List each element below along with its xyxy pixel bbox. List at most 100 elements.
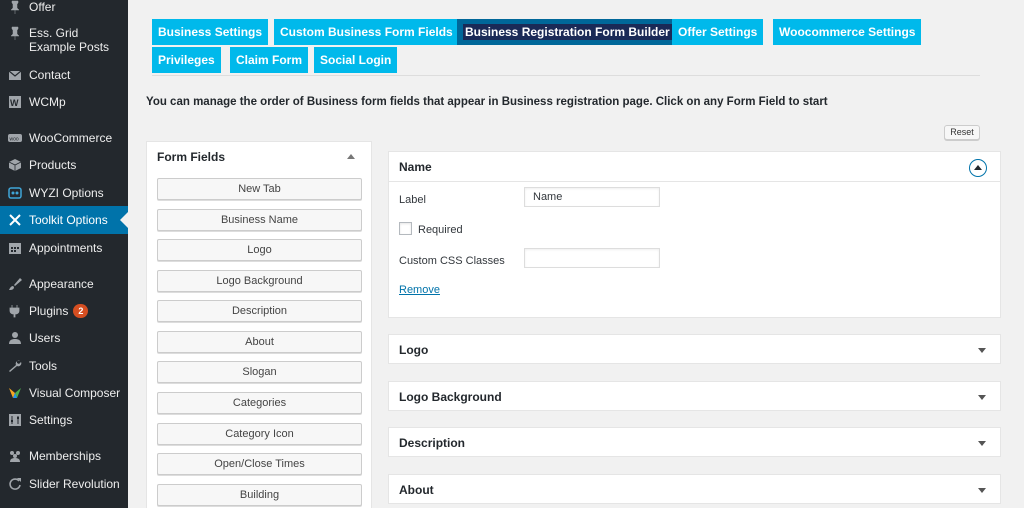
css-classes-caption: Custom CSS Classes — [399, 255, 505, 267]
panel-title: Name — [399, 160, 432, 174]
wrench-icon — [7, 359, 23, 373]
plugins-update-badge: 2 — [73, 304, 89, 318]
main-content: Business Settings Custom Business Form F… — [128, 0, 1024, 508]
required-checkbox[interactable] — [399, 222, 412, 235]
sidebar-item-label: Slider Revolution — [29, 477, 120, 491]
sidebar-item-label: Users — [29, 331, 61, 345]
builder-field-logo-panel[interactable]: Logo — [388, 334, 1001, 364]
tools-icon — [7, 213, 23, 227]
sidebar-item-memberships[interactable]: Memberships — [0, 449, 128, 463]
remove-link[interactable]: Remove — [399, 284, 440, 296]
wyzi-icon — [7, 186, 23, 200]
builder-field-name-panel: Name Label Required Custom CSS Classes R… — [388, 151, 1001, 318]
tab-custom-business-form-fields[interactable]: Custom Business Form Fields — [274, 19, 459, 45]
sidebar-item-label: Plugins — [29, 304, 69, 318]
sidebar-item-label: Visual Composer — [29, 386, 121, 400]
expand-caret-icon[interactable] — [978, 488, 986, 493]
css-classes-input[interactable] — [524, 248, 660, 268]
tab-label: Business Registration Form Builder — [463, 24, 672, 40]
expand-caret-icon[interactable] — [978, 348, 986, 353]
sidebar-item-label: Contact — [29, 68, 71, 82]
sidebar-item-appointments[interactable]: Appointments — [0, 241, 128, 255]
form-fields-panel: Form Fields New Tab Business Name Logo L… — [146, 141, 372, 508]
label-caption: Label — [399, 194, 426, 206]
sidebar-item-label: Settings — [29, 413, 73, 427]
sidebar-item-visual-composer[interactable]: Visual Composer — [0, 386, 128, 400]
sidebar-item-contact[interactable]: Contact — [0, 68, 128, 82]
field-button-logo[interactable]: Logo — [157, 239, 362, 261]
vc-icon — [7, 386, 23, 400]
collapse-up-icon[interactable] — [969, 159, 987, 177]
sidebar-item-label: Appointments — [29, 241, 103, 255]
brush-icon — [7, 277, 23, 291]
field-button-about[interactable]: About — [157, 331, 362, 353]
refresh-icon — [7, 477, 23, 491]
sidebar-item-offer[interactable]: Offer — [0, 0, 128, 14]
sidebar-item-label: WCMp — [29, 95, 66, 109]
sidebar-item-appearance[interactable]: Appearance — [0, 277, 128, 291]
expand-caret-icon[interactable] — [978, 441, 986, 446]
sidebar-item-label: Ess. Grid Example Posts — [29, 26, 110, 54]
reset-button[interactable]: Reset — [944, 125, 980, 140]
intro-text: You can manage the order of Business for… — [146, 96, 828, 108]
sidebar-item-label: Appearance — [29, 277, 94, 291]
panel-title: About — [399, 483, 434, 497]
field-button-new-tab[interactable]: New Tab — [157, 178, 362, 200]
required-caption: Required — [418, 224, 463, 236]
sidebar-item-wyzi-options[interactable]: WYZI Options — [0, 186, 128, 200]
sidebar-item-label: Toolkit Options — [29, 213, 108, 227]
sidebar-item-label: WooCommerce — [29, 131, 113, 145]
tab-social-login[interactable]: Social Login — [314, 47, 398, 73]
woo-icon: woo — [7, 131, 23, 145]
sidebar-item-toolkit-options[interactable]: Toolkit Options — [0, 206, 128, 234]
svg-text:W: W — [10, 98, 19, 108]
tab-claim-form[interactable]: Claim Form — [230, 47, 309, 73]
collapse-caret-icon[interactable] — [347, 154, 355, 159]
admin-sidebar: Offer Ess. Grid Example Posts Contact W … — [0, 0, 128, 508]
sidebar-item-plugins[interactable]: Plugins 2 — [0, 304, 128, 318]
panel-title: Description — [399, 436, 466, 450]
field-button-building[interactable]: Building — [157, 484, 362, 506]
builder-field-logo-background-panel[interactable]: Logo Background — [388, 381, 1001, 411]
settings-icon — [7, 413, 23, 427]
tab-divider — [152, 75, 980, 76]
field-button-open-close-times[interactable]: Open/Close Times — [157, 453, 362, 475]
field-button-description[interactable]: Description — [157, 300, 362, 322]
sidebar-item-users[interactable]: Users — [0, 331, 128, 345]
builder-field-description-panel[interactable]: Description — [388, 427, 1001, 457]
field-button-category-icon[interactable]: Category Icon — [157, 423, 362, 445]
panel-title: Logo Background — [399, 390, 502, 404]
svg-text:woo: woo — [10, 137, 19, 143]
expand-caret-icon[interactable] — [978, 395, 986, 400]
calendar-icon — [7, 241, 23, 255]
pin-icon — [7, 26, 23, 40]
sidebar-item-slider-revolution[interactable]: Slider Revolution — [0, 477, 128, 491]
sidebar-item-tools[interactable]: Tools — [0, 359, 128, 373]
label-input[interactable] — [524, 187, 660, 207]
box-icon — [7, 158, 23, 172]
tab-privileges[interactable]: Privileges — [152, 47, 221, 73]
sidebar-item-label: Memberships — [29, 449, 102, 463]
field-button-business-name[interactable]: Business Name — [157, 209, 362, 231]
panel-title: Logo — [399, 343, 429, 357]
sidebar-item-products[interactable]: Products — [0, 158, 128, 172]
sidebar-item-ess-grid[interactable]: Ess. Grid Example Posts — [0, 26, 128, 54]
sidebar-item-settings[interactable]: Settings — [0, 413, 128, 427]
sidebar-item-label: WYZI Options — [29, 186, 104, 200]
tab-business-registration-form-builder[interactable]: Business Registration Form Builder — [457, 19, 678, 45]
envelope-icon — [7, 68, 23, 82]
tab-business-settings[interactable]: Business Settings — [152, 19, 269, 45]
field-button-logo-background[interactable]: Logo Background — [157, 270, 362, 292]
field-button-categories[interactable]: Categories — [157, 392, 362, 414]
sidebar-item-wcmp[interactable]: W WCMp — [0, 95, 128, 109]
builder-field-about-panel[interactable]: About — [388, 474, 1001, 504]
tab-woocommerce-settings[interactable]: Woocommerce Settings — [773, 19, 922, 45]
field-button-slogan[interactable]: Slogan — [157, 361, 362, 383]
tab-offer-settings[interactable]: Offer Settings — [672, 19, 764, 45]
wcmp-icon: W — [7, 95, 23, 109]
group-icon — [7, 449, 23, 463]
plug-icon — [7, 304, 23, 318]
sidebar-item-label: Tools — [29, 359, 58, 373]
sidebar-item-label: Offer — [29, 0, 56, 14]
sidebar-item-woocommerce[interactable]: woo WooCommerce — [0, 131, 128, 145]
